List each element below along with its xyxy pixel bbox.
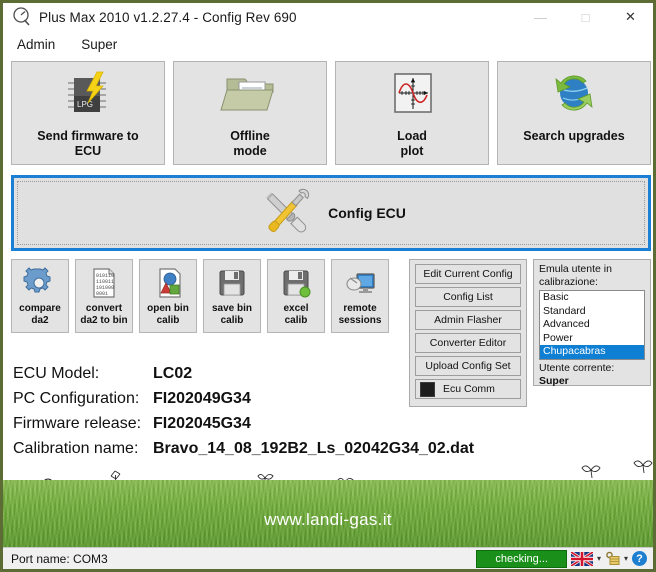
- lpg-chip-lightning-icon: LPG: [68, 71, 106, 112]
- gear-icon: [23, 267, 51, 293]
- tools-button-row: compare da2 010110 110011 101000 0001 conve…: [11, 259, 389, 333]
- config-ecu-button[interactable]: Config ECU: [11, 175, 651, 251]
- send-firmware-to-ecu-button[interactable]: LPG Send firmware to ECU: [11, 61, 165, 165]
- gauge-icon: [13, 7, 30, 26]
- status-bar: Port name: COM3 checking... ▾ ▾ ?: [3, 547, 653, 569]
- list-item-power[interactable]: Power: [540, 332, 644, 346]
- title-bar: Plus Max 2010 v1.2.27.4 - Config Rev 690…: [3, 3, 653, 31]
- offline-mode-label: Offline mode: [230, 129, 270, 158]
- help-question-icon[interactable]: ?: [632, 551, 647, 566]
- svg-text:0001: 0001: [96, 291, 108, 297]
- ecu-info-block: ECU Model: LC02 PC Configuration: FI2020…: [13, 365, 533, 465]
- svg-text:LPG: LPG: [77, 100, 93, 109]
- menu-item-admin[interactable]: Admin: [17, 37, 55, 52]
- current-user-label: Utente corrente:: [539, 362, 615, 374]
- list-item-standard[interactable]: Standard: [540, 305, 644, 319]
- firmware-release-value: FI202045G34: [153, 415, 251, 432]
- open-bin-calib-button[interactable]: open bin calib: [139, 259, 197, 333]
- remote-monitor-icon: [346, 273, 375, 293]
- maximize-button[interactable]: □: [563, 3, 608, 31]
- ecu-model-value: LC02: [153, 365, 193, 382]
- close-button[interactable]: ✕: [608, 3, 653, 31]
- menu-item-super[interactable]: Super: [81, 37, 117, 52]
- admin-flasher-button[interactable]: Admin Flasher: [415, 310, 521, 330]
- folder-document-icon: [220, 78, 274, 111]
- pc-configuration-label: PC Configuration:: [13, 390, 140, 407]
- info-row-ecu-model: ECU Model: LC02: [13, 365, 533, 390]
- status-bar-tools: checking... ▾ ▾ ?: [476, 549, 647, 568]
- info-row-calibration-name: Calibration name: Bravo_14_08_192B2_Ls_0…: [13, 440, 533, 465]
- emulate-user-title: Emula utente in calibrazione:: [539, 263, 612, 288]
- search-upgrades-button[interactable]: Search upgrades: [497, 61, 651, 165]
- config-list-button[interactable]: Config List: [415, 287, 521, 307]
- ecu-model-label: ECU Model:: [13, 365, 100, 382]
- window-title: Plus Max 2010 v1.2.27.4 - Config Rev 690: [39, 9, 297, 25]
- load-plot-button[interactable]: Load plot: [335, 61, 489, 165]
- list-item-basic[interactable]: Basic: [540, 291, 644, 305]
- info-row-firmware-release: Firmware release: FI202045G34: [13, 415, 533, 440]
- port-name-label: Port name: COM3: [11, 551, 108, 566]
- emulate-user-listbox[interactable]: Basic Standard Advanced Power Chupacabra…: [539, 290, 645, 360]
- pc-configuration-value: FI202049G34: [153, 390, 251, 407]
- current-user-block: Utente corrente: Super: [539, 362, 645, 387]
- excel-calib-button[interactable]: excel calib: [267, 259, 325, 333]
- floppy-disk-green-dot-icon: [283, 270, 311, 298]
- flag-chevron-down-icon[interactable]: ▾: [597, 554, 601, 563]
- shapes-document-icon: [159, 268, 181, 298]
- search-upgrades-label: Search upgrades: [523, 129, 625, 143]
- list-item-advanced[interactable]: Advanced: [540, 318, 644, 332]
- key-lock-icon[interactable]: [605, 551, 620, 566]
- key-chevron-down-icon[interactable]: ▾: [624, 554, 628, 563]
- binary-document-icon: 010110110011 1010000001: [93, 268, 115, 298]
- send-firmware-label: Send firmware to ECU: [37, 129, 139, 158]
- plot-graph-icon: [394, 73, 432, 113]
- grass-background: [3, 480, 653, 548]
- offline-mode-button[interactable]: Offline mode: [173, 61, 327, 165]
- config-ecu-label: Config ECU: [328, 205, 406, 221]
- floppy-disk-icon: [219, 270, 245, 296]
- firmware-release-label: Firmware release:: [13, 415, 142, 432]
- website-label: www.landi-gas.it: [264, 510, 392, 529]
- info-row-pc-configuration: PC Configuration: FI202049G34: [13, 390, 533, 415]
- list-item-chupacabras[interactable]: Chupacabras: [540, 345, 644, 359]
- load-plot-label: Load plot: [397, 129, 427, 158]
- converter-editor-button[interactable]: Converter Editor: [415, 333, 521, 353]
- save-bin-calib-button[interactable]: save bin calib: [203, 259, 261, 333]
- current-user-value: Super: [539, 374, 569, 387]
- remote-sessions-button[interactable]: remote sessions: [331, 259, 389, 333]
- window-controls: — □ ✕: [518, 3, 653, 31]
- menu-bar: Admin Super: [3, 31, 653, 57]
- application-window: Plus Max 2010 v1.2.27.4 - Config Rev 690…: [0, 0, 656, 572]
- minimize-button[interactable]: —: [518, 3, 563, 31]
- compare-da2-button[interactable]: compare da2: [11, 259, 69, 333]
- convert-da2-to-bin-button[interactable]: 010110 110011 101000 0001 convert da2 to bi…: [75, 259, 133, 333]
- primary-action-bar: LPG Send firmware to ECU Offline mode Lo…: [11, 61, 651, 165]
- globe-refresh-icon: [555, 75, 593, 111]
- edit-current-config-button[interactable]: Edit Current Config: [415, 264, 521, 284]
- calibration-name-value: Bravo_14_08_192B2_Ls_02042G34_02.dat: [153, 440, 475, 457]
- wrench-screwdriver-icon: [266, 188, 310, 233]
- uk-flag-icon[interactable]: [570, 551, 593, 566]
- emulate-user-panel: Emula utente in calibrazione: Basic Stand…: [533, 259, 651, 387]
- calibration-name-label: Calibration name:: [13, 440, 139, 457]
- checking-status-badge[interactable]: checking...: [476, 549, 567, 568]
